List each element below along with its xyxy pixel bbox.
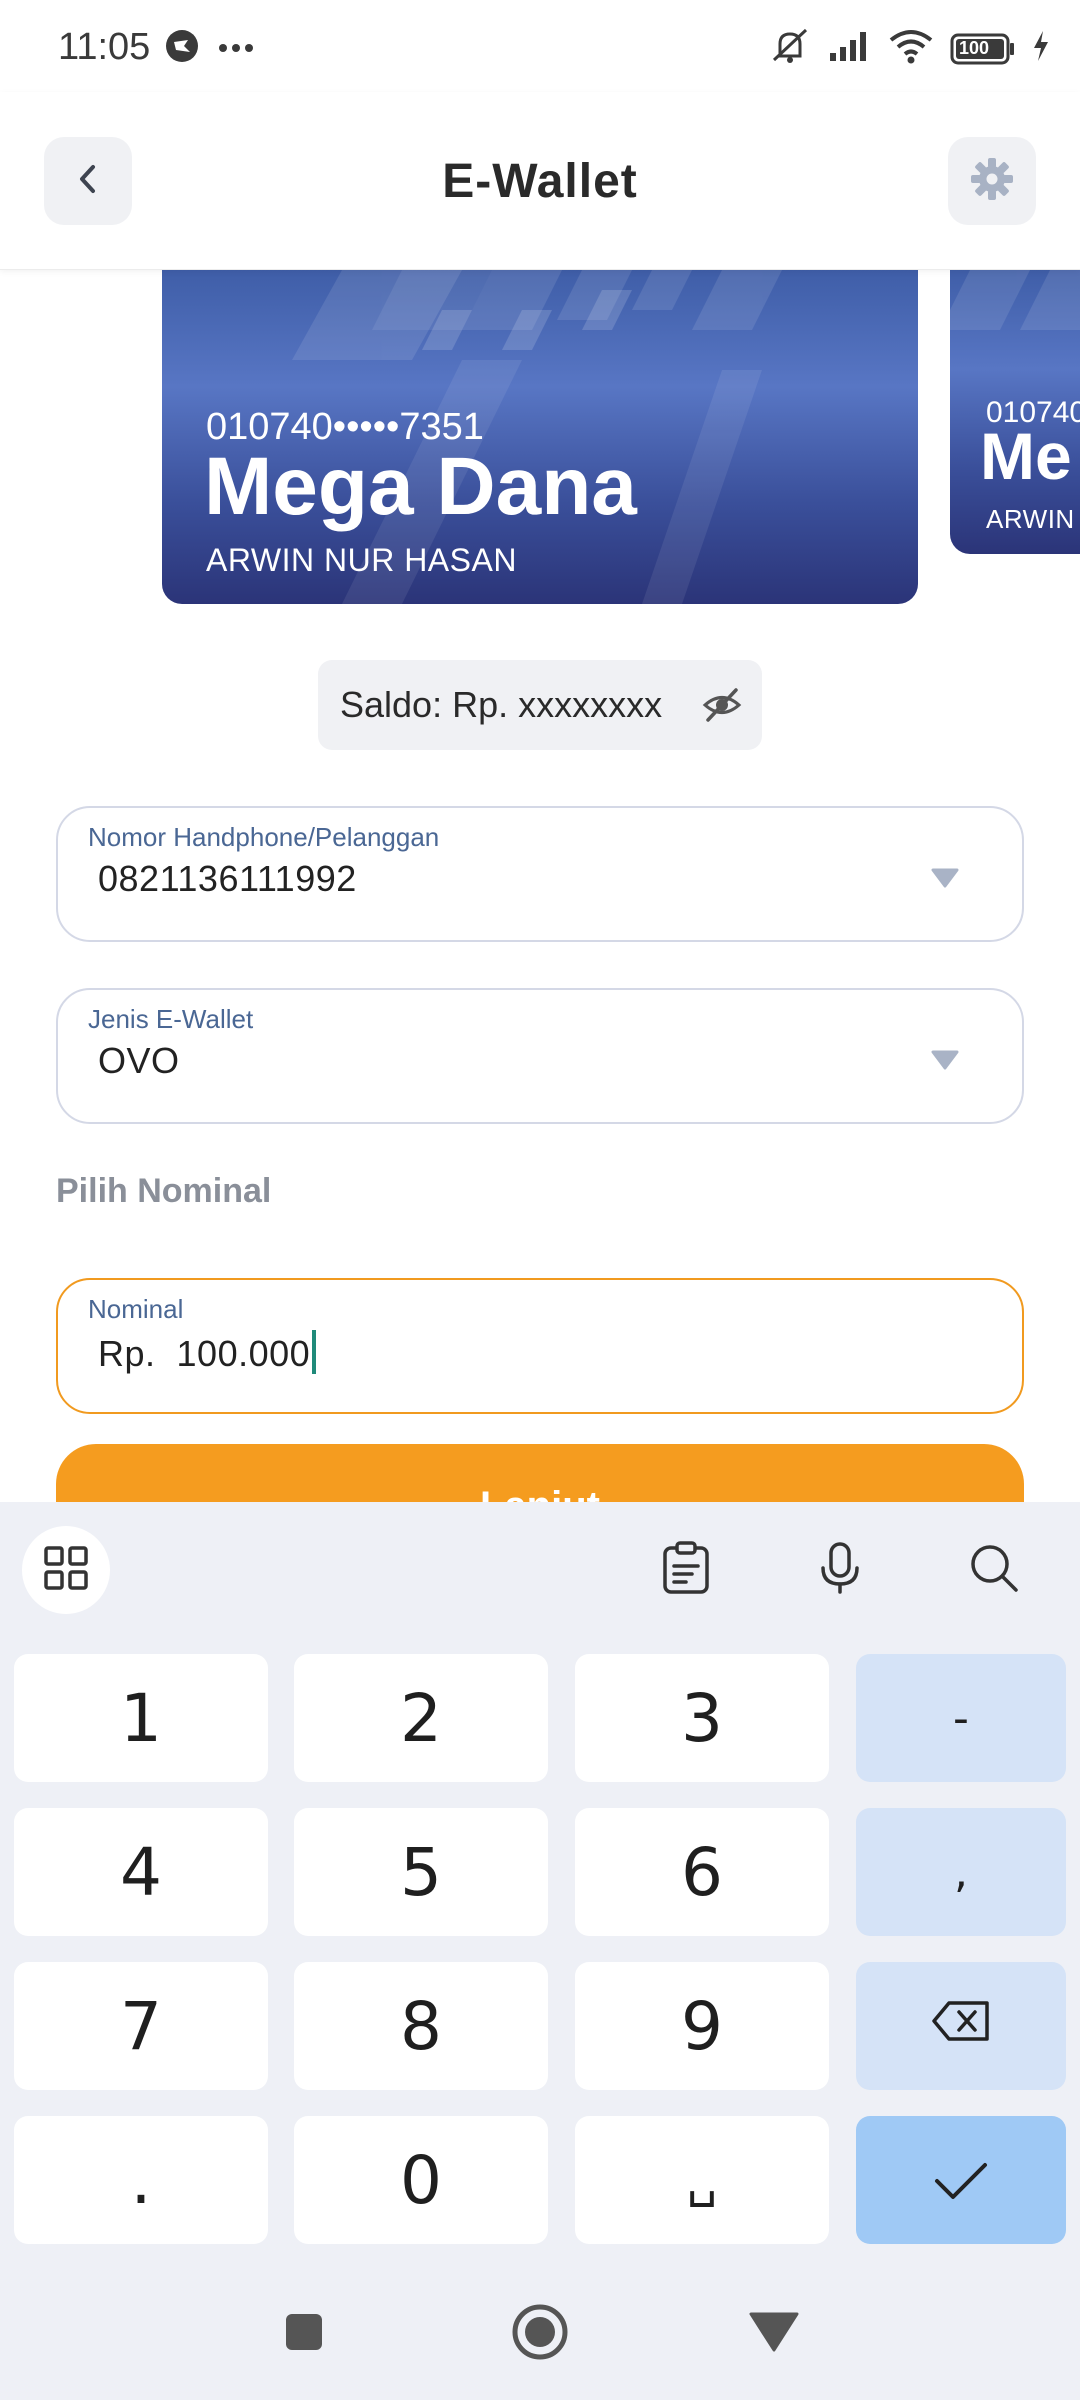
card-holder: ARWIN N [986, 504, 1080, 534]
settings-button[interactable] [948, 137, 1036, 225]
keyboard-search-button[interactable] [958, 1528, 1030, 1612]
key-period[interactable]: . [14, 2116, 268, 2244]
key-5[interactable]: 5 [294, 1808, 548, 1936]
status-time: 11:05 [58, 26, 151, 68]
wallet-type-label: Jenis E-Wallet [88, 1004, 254, 1034]
key-3[interactable]: 3 [575, 1654, 829, 1782]
keyboard-menu-button[interactable] [22, 1526, 110, 1614]
clipboard-icon [660, 1540, 712, 1601]
numeric-keyboard: 1 2 3 - 4 5 6 , 7 8 9 . 0 ␣ [0, 1502, 1080, 2268]
page-title: E-Wallet [442, 155, 638, 208]
back-nav-button[interactable] [734, 2304, 814, 2364]
account-card-next[interactable]: 010740 Me ARWIN N [950, 270, 1080, 554]
dropdown-arrow-icon[interactable] [930, 866, 960, 895]
phone-number-label: Nomor Handphone/Pelanggan [88, 822, 440, 852]
system-nav-bar [0, 2268, 1080, 2400]
square-recents-icon [284, 2312, 324, 2357]
key-6[interactable]: 6 [575, 1808, 829, 1936]
phone-number-field[interactable]: Nomor Handphone/Pelanggan 0821136111992 [56, 806, 1024, 942]
gear-icon [968, 155, 1016, 208]
wifi-icon [888, 28, 934, 69]
wallet-type-field[interactable]: Jenis E-Wallet OVO [56, 988, 1024, 1124]
nominal-label: Nominal [88, 1294, 184, 1324]
checkmark-icon [932, 2142, 990, 2219]
battery-level: 100 [959, 37, 990, 58]
choose-nominal-label: Pilih Nominal [56, 1172, 272, 1210]
balance-text: Saldo: Rp. xxxxxxxx [340, 684, 663, 725]
mic-icon [816, 1540, 864, 1601]
eye-off-icon[interactable] [702, 686, 742, 729]
app-header: E-Wallet [0, 92, 1080, 270]
signal-icon [828, 29, 872, 68]
battery-icon: 100 [950, 33, 1016, 65]
key-1[interactable]: 1 [14, 1654, 268, 1782]
card-holder: ARWIN NUR HASAN [206, 542, 517, 578]
backspace-icon [931, 1999, 991, 2054]
nominal-value: Rp. 100.000 [98, 1333, 311, 1374]
nominal-input[interactable]: Nominal Rp. 100.000 [56, 1278, 1024, 1414]
text-cursor [312, 1330, 317, 1374]
voice-input-button[interactable] [804, 1528, 876, 1612]
balance-pill: Saldo: Rp. xxxxxxxx [318, 660, 762, 750]
key-done[interactable] [856, 2116, 1066, 2244]
key-4[interactable]: 4 [14, 1808, 268, 1936]
card-name: Mega Dana [204, 441, 637, 532]
circle-home-icon [510, 2302, 570, 2367]
phone-number-value: 0821136111992 [98, 858, 357, 899]
key-space[interactable]: ␣ [575, 2116, 829, 2244]
clipboard-button[interactable] [650, 1528, 722, 1612]
status-bar: 11:05 100 [0, 0, 1080, 92]
card-name: Me [980, 419, 1072, 493]
muted-bell-icon [768, 26, 812, 71]
home-button[interactable] [500, 2296, 580, 2372]
nominal-value-wrap: Rp. 100.000 [98, 1330, 317, 1375]
dropdown-arrow-icon[interactable] [930, 1048, 960, 1077]
grid-icon [42, 1544, 90, 1597]
charging-icon [1032, 30, 1050, 67]
key-comma[interactable]: , [856, 1808, 1066, 1936]
key-9[interactable]: 9 [575, 1962, 829, 2090]
app-notification-icon [164, 28, 200, 69]
card-carousel[interactable]: 010740•••••7351 Mega Dana ARWIN NUR HASA… [0, 270, 1080, 610]
key-backspace[interactable] [856, 1962, 1066, 2090]
more-dots-icon [218, 40, 254, 58]
recents-button[interactable] [264, 2304, 344, 2364]
triangle-back-icon [749, 2312, 799, 2357]
key-minus[interactable]: - [856, 1654, 1066, 1782]
search-icon [968, 1542, 1020, 1599]
key-0[interactable]: 0 [294, 2116, 548, 2244]
wallet-type-value: OVO [98, 1040, 180, 1081]
key-2[interactable]: 2 [294, 1654, 548, 1782]
key-8[interactable]: 8 [294, 1962, 548, 2090]
account-card[interactable]: 010740•••••7351 Mega Dana ARWIN NUR HASA… [162, 270, 918, 604]
key-7[interactable]: 7 [14, 1962, 268, 2090]
